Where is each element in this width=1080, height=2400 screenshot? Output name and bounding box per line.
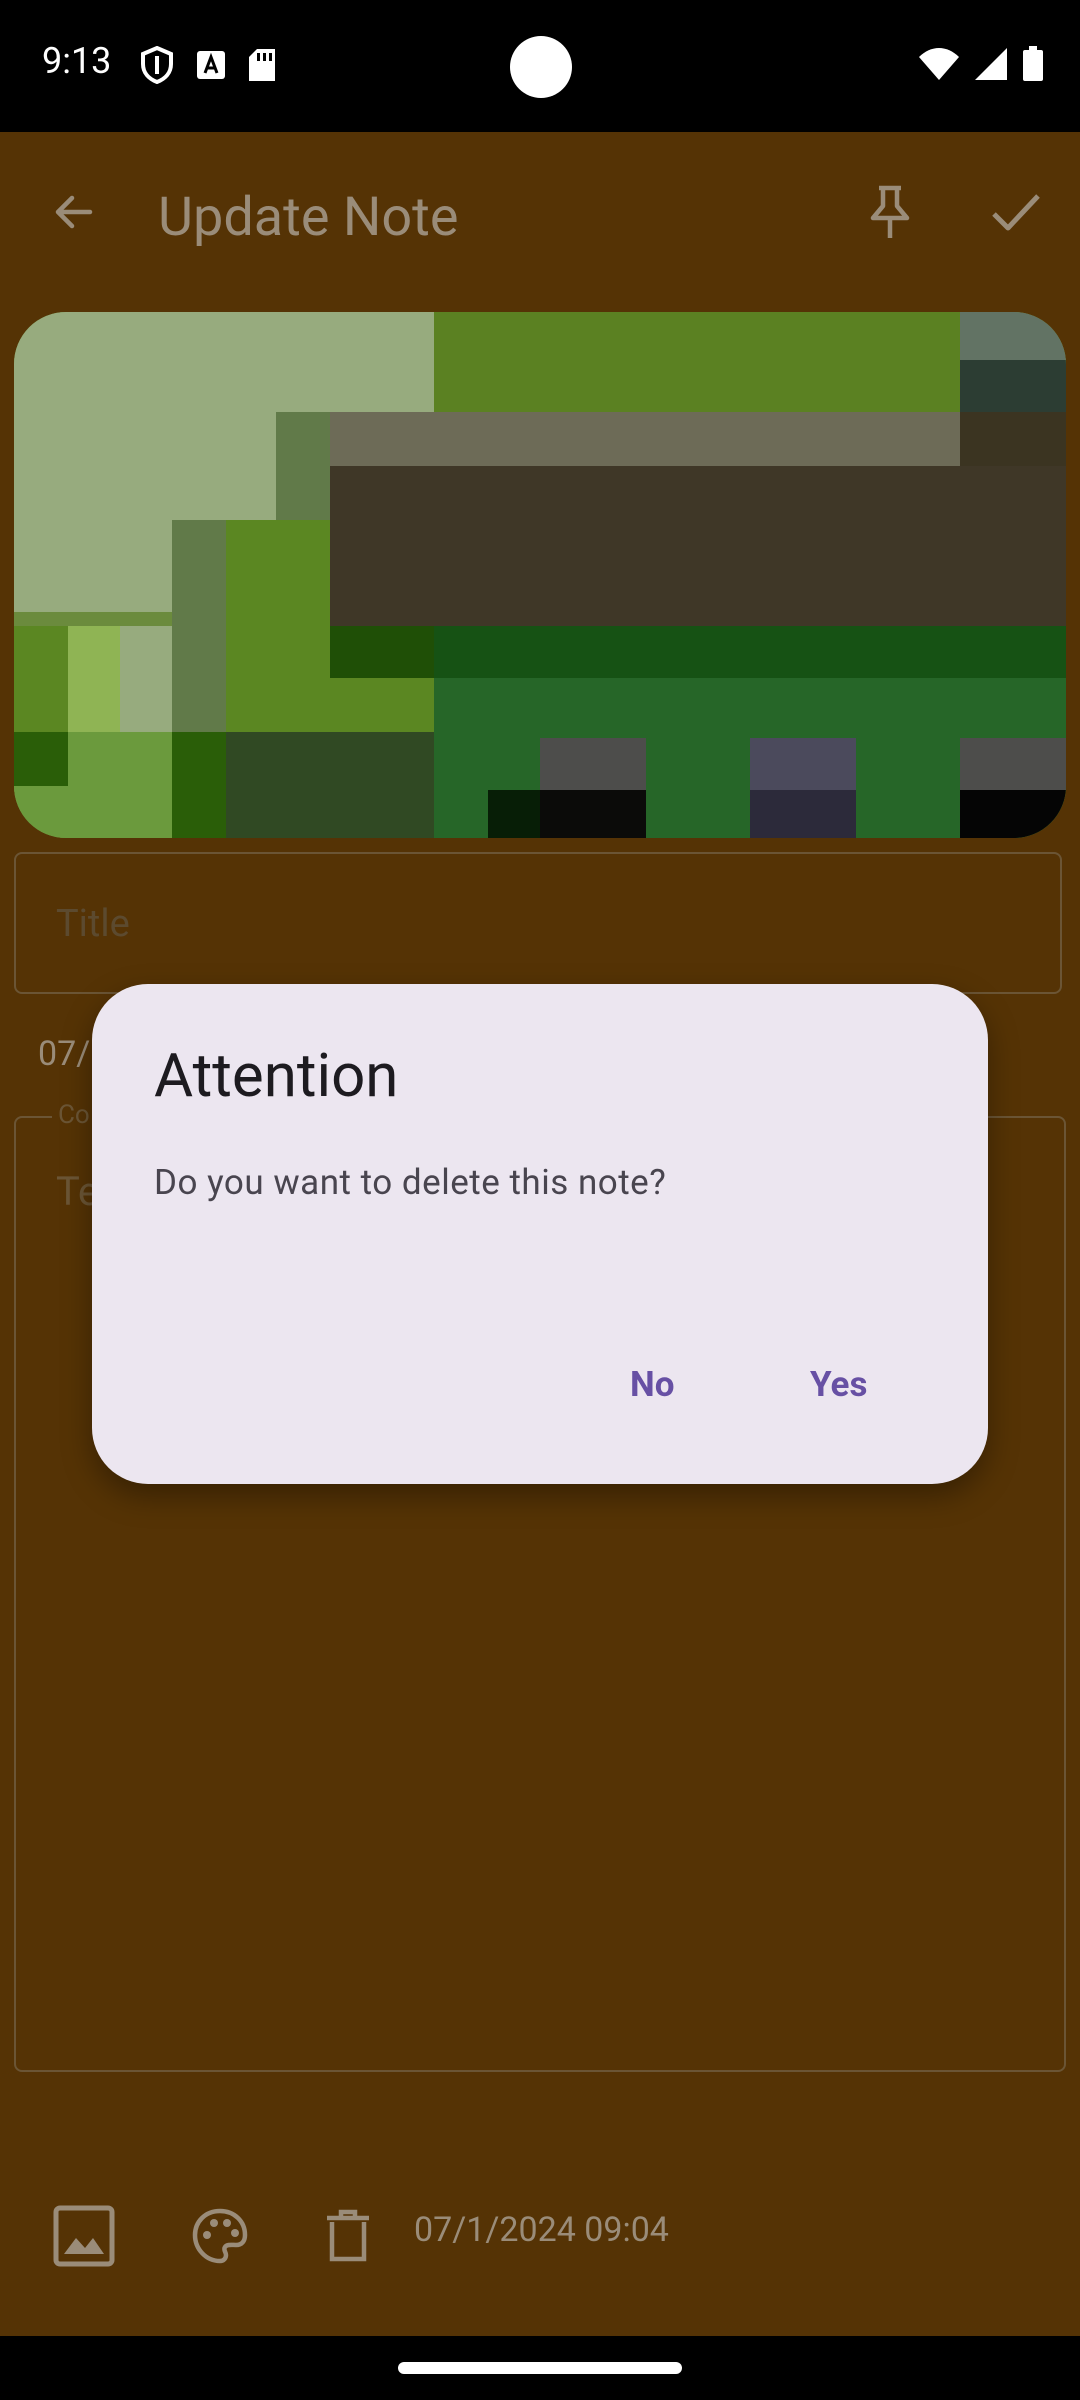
status-time: 9:13	[42, 40, 112, 82]
status-icons-left	[140, 46, 276, 84]
home-indicator[interactable]	[398, 2362, 682, 2374]
sd-card-icon	[249, 49, 275, 81]
dialog-message: Do you want to delete this note?	[154, 1162, 667, 1203]
wifi-icon	[919, 48, 959, 80]
pin-icon	[870, 185, 910, 238]
front-camera	[510, 36, 572, 98]
no-button[interactable]: No	[600, 1344, 704, 1425]
title-placeholder: Title	[56, 902, 130, 946]
image-icon	[53, 2205, 115, 2267]
delete-button[interactable]	[308, 2196, 388, 2276]
title-field[interactable]	[14, 852, 1062, 994]
color-palette-button[interactable]	[180, 2196, 260, 2276]
page-title: Update Note	[158, 186, 459, 249]
status-bar: 9:13	[0, 0, 1080, 132]
font-a-icon	[197, 51, 225, 79]
delete-confirmation-dialog: Attention Do you want to delete this not…	[92, 984, 988, 1484]
cellular-signal-icon	[975, 48, 1007, 80]
yes-button[interactable]: Yes	[780, 1344, 897, 1425]
shield-icon	[141, 46, 173, 84]
arrow-back-icon	[55, 195, 93, 229]
check-icon	[992, 194, 1040, 231]
palette-icon	[192, 2208, 248, 2264]
add-image-button[interactable]	[44, 2196, 124, 2276]
save-button[interactable]	[976, 172, 1056, 252]
delete-icon	[327, 2209, 369, 2262]
dialog-title: Attention	[154, 1040, 399, 1111]
last-edited-date: 07/1/2024 09:04	[414, 2210, 669, 2250]
content-field-label: Co	[52, 1100, 96, 1130]
pin-button[interactable]	[850, 172, 930, 252]
back-button[interactable]	[34, 172, 114, 252]
note-image-content	[14, 312, 1066, 838]
battery-icon	[1023, 46, 1043, 81]
note-date: 07/	[38, 1034, 91, 1074]
status-icons-right	[918, 46, 1044, 82]
note-image[interactable]	[14, 312, 1066, 838]
